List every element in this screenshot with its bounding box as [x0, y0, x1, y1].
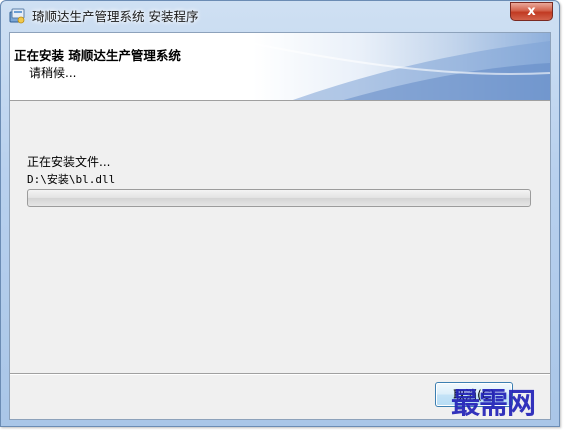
header-banner: 正在安装 琦顺达生产管理系统 请稍候... [10, 33, 550, 101]
banner-swoosh-decoration [250, 41, 550, 100]
installer-window: 琦顺达生产管理系统 安装程序 x 正在安装 琦顺达生产管理系统 请稍候... 正… [0, 0, 560, 427]
title-bar[interactable]: 琦顺达生产管理系统 安装程序 x [1, 1, 559, 29]
close-icon: x [527, 4, 536, 19]
site-watermark: 最需网 [451, 386, 536, 420]
close-button[interactable]: x [510, 2, 553, 21]
window-title: 琦顺达生产管理系统 安装程序 [32, 9, 199, 24]
current-file-path: D:\安装\bl.dll [27, 173, 116, 186]
client-area: 正在安装 琦顺达生产管理系统 请稍候... 正在安装文件... D:\安装\bl… [9, 32, 551, 420]
footer-divider [10, 373, 550, 375]
page-subtitle: 请稍候... [29, 66, 77, 80]
page-title: 正在安装 琦顺达生产管理系统 [14, 48, 181, 63]
installer-icon [9, 8, 25, 24]
install-progress-bar [27, 189, 531, 207]
install-status-label: 正在安装文件... [27, 155, 111, 169]
